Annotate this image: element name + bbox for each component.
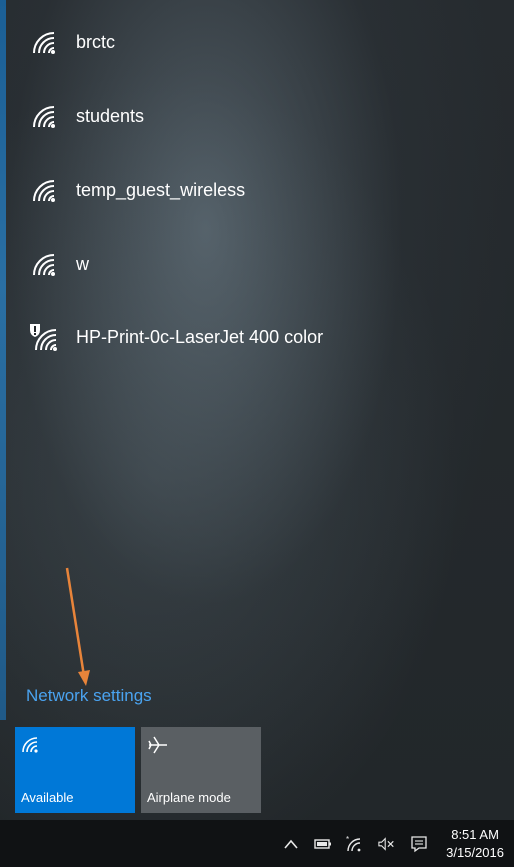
- network-flyout: brctc students temp_guest_wireless w HP-…: [0, 0, 514, 820]
- svg-text:*: *: [346, 836, 349, 844]
- wifi-signal-icon: [28, 27, 62, 57]
- wifi-icon: [21, 735, 129, 756]
- network-item-temp-guest-wireless[interactable]: temp_guest_wireless: [28, 170, 245, 210]
- battery-icon[interactable]: [314, 835, 332, 853]
- network-name: HP-Print-0c-LaserJet 400 color: [76, 326, 324, 347]
- network-item-brctc[interactable]: brctc: [28, 22, 115, 62]
- airplane-mode-tile[interactable]: Airplane mode: [141, 727, 261, 813]
- wifi-signal-icon: [28, 175, 62, 205]
- wifi-toggle-tile[interactable]: Available: [15, 727, 135, 813]
- chevron-up-icon[interactable]: [282, 835, 300, 853]
- network-settings-link[interactable]: Network settings: [26, 686, 152, 706]
- network-item-hp-print[interactable]: HP-Print-0c-LaserJet 400 color: [28, 317, 323, 357]
- network-item-students[interactable]: students: [28, 96, 144, 136]
- network-name: students: [76, 105, 145, 126]
- taskbar: * 8:51 AM 3/15/2016: [0, 820, 514, 867]
- tile-label: Available: [21, 790, 74, 805]
- wifi-shield-icon: [28, 322, 62, 352]
- window-edge: [0, 0, 6, 720]
- taskbar-clock[interactable]: 8:51 AM 3/15/2016: [446, 826, 504, 862]
- wifi-signal-icon: [28, 249, 62, 279]
- network-name: w: [76, 253, 89, 274]
- wifi-icon[interactable]: *: [346, 835, 364, 853]
- network-name: temp_guest_wireless: [76, 179, 246, 200]
- clock-date: 3/15/2016: [446, 844, 504, 860]
- tile-label: Airplane mode: [147, 790, 231, 805]
- airplane-icon: [147, 735, 255, 758]
- volume-muted-icon[interactable]: [378, 835, 396, 853]
- clock-time: 8:51 AM: [451, 826, 499, 842]
- system-tray: * 8:51 AM 3/15/2016: [282, 820, 504, 867]
- network-item-w[interactable]: w: [28, 244, 89, 284]
- network-name: brctc: [76, 31, 116, 52]
- wifi-signal-icon: [28, 101, 62, 131]
- action-center-icon[interactable]: [410, 835, 428, 853]
